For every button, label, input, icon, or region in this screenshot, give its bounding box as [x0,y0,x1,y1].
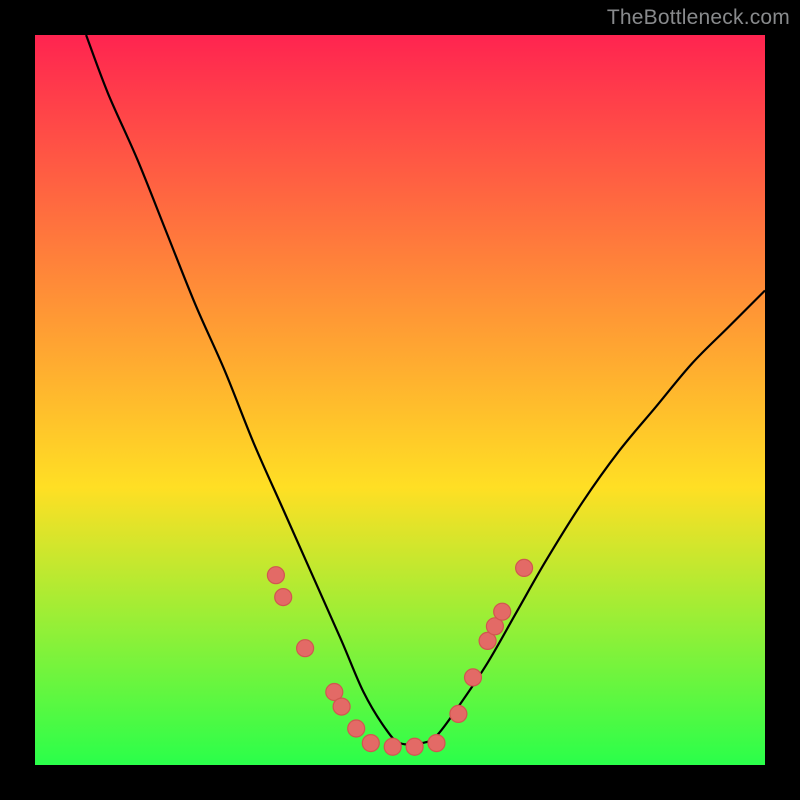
watermark-text: TheBottleneck.com [607,6,790,30]
background-gradient [35,35,765,765]
plot-area [35,35,765,765]
